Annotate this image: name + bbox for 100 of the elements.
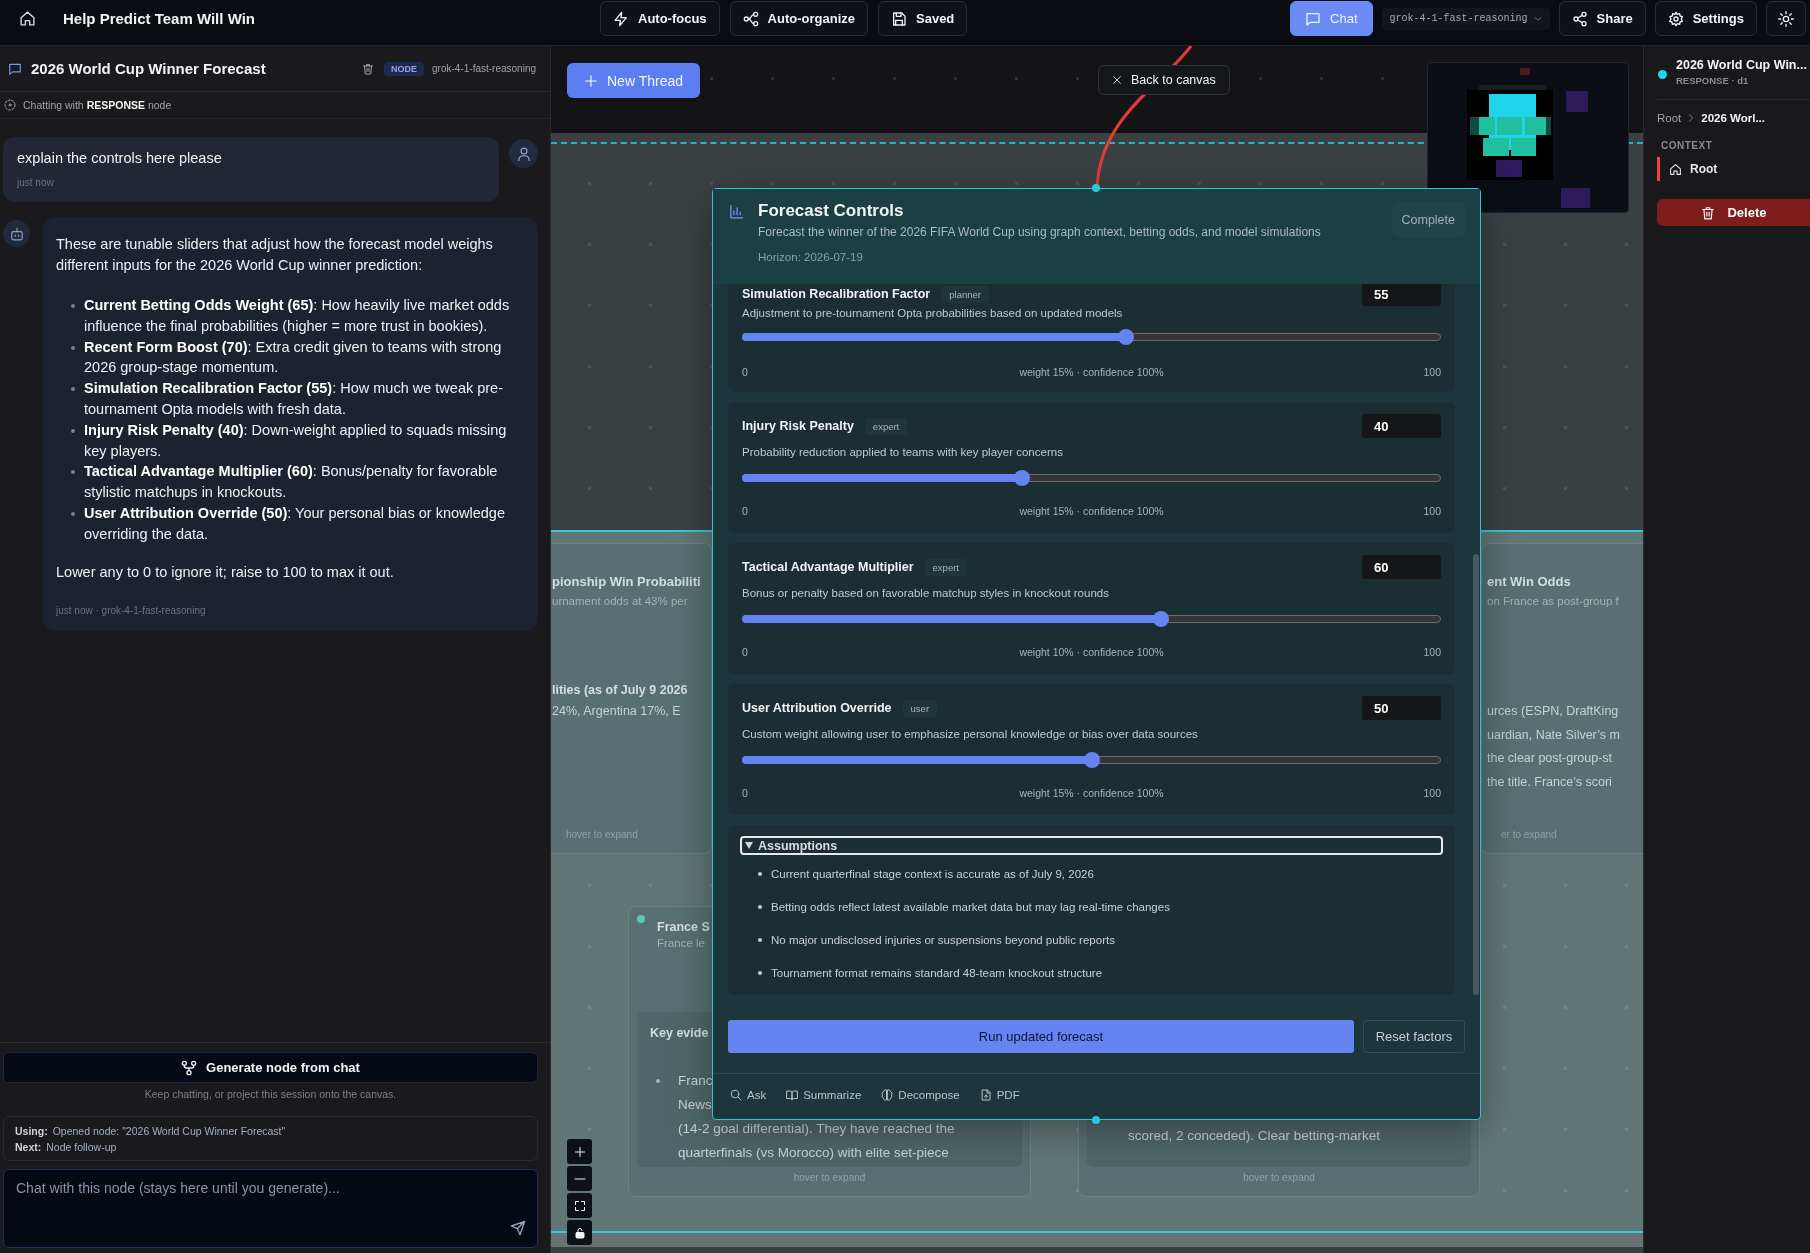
context-item[interactable]: Root <box>1657 157 1810 181</box>
send-icon[interactable] <box>510 1220 526 1236</box>
pdf-button[interactable]: PDF <box>979 1089 1020 1101</box>
run-forecast-button[interactable]: Run updated forecast <box>728 1020 1354 1053</box>
assumption-text: Tournament format remains standard 48-team knockout structure <box>771 966 1103 981</box>
node-text: the clear post-group-st <box>1487 750 1613 767</box>
ask-button[interactable]: Ask <box>730 1089 767 1101</box>
message-text: These are tunable sliders that adjust how the forecast model weighs different inputs for the 2026 World Cup winner prediction: <box>56 235 494 275</box>
lock-button[interactable] <box>567 1220 592 1245</box>
slider-thumb[interactable] <box>1153 611 1170 627</box>
minimap[interactable] <box>1427 62 1629 213</box>
caret-icon <box>1533 14 1542 23</box>
node-text: 24%, Argentina 17%, E <box>552 703 681 720</box>
save-button[interactable]: Saved <box>878 1 968 36</box>
factor-stats: weight 10% · confidence 100% <box>1019 645 1164 659</box>
chat-status: Chatting with RESPONSE node <box>23 99 172 111</box>
node-subtitle: France le <box>657 936 705 950</box>
chat-input[interactable]: Chat with this node (stays here until you generate)... <box>3 1169 538 1248</box>
scale-max: 100 <box>1423 645 1441 659</box>
bullet-icon <box>71 470 75 475</box>
settings-button[interactable]: Settings <box>1654 1 1757 36</box>
bar-chart-icon <box>729 204 744 219</box>
scale-max: 100 <box>1423 365 1441 379</box>
assumption-text: No major undisclosed injuries or suspensions beyond public reports <box>771 933 1115 948</box>
scrollbar-thumb[interactable] <box>1473 554 1479 995</box>
bullet-text: User Attribution Override (50): Your personal bias or knowledge overriding the data. <box>84 503 506 544</box>
scale-max: 100 <box>1423 504 1441 518</box>
user-avatar-icon <box>509 139 538 168</box>
slider-track[interactable] <box>742 470 1441 486</box>
factor-description: Adjustment to pre-tournament Opta probabilities based on updated models <box>742 306 1124 321</box>
node-heading: Key evide <box>650 1025 709 1042</box>
section-label: CONTEXT <box>1660 139 1714 153</box>
close-icon <box>1112 75 1122 85</box>
decompose-button[interactable]: Decompose <box>881 1089 960 1101</box>
message-text: Lower any to 0 to ignore it; raise to 100 to max it out. <box>56 562 395 582</box>
factor-description: Custom weight allowing user to emphasize personal knowledge or bias over data sources <box>742 727 1199 742</box>
connection-handle[interactable] <box>1092 1116 1100 1124</box>
home-icon[interactable] <box>19 10 36 27</box>
fork-icon <box>181 1059 198 1076</box>
scale-max: 100 <box>1423 786 1441 800</box>
speech-bubble-icon <box>8 61 22 76</box>
context-label: Next: <box>15 1141 42 1153</box>
minimap-node <box>1566 91 1588 112</box>
factor-stats: weight 15% · confidence 100% <box>1019 365 1164 379</box>
factor-tag: expert <box>864 417 908 435</box>
status-dot-icon <box>637 915 645 923</box>
node-title: France S <box>657 919 710 935</box>
node-text: urces (ESPN, DraftKing <box>1487 703 1619 720</box>
value-input[interactable]: 55 <box>1362 284 1441 306</box>
factor-stats: weight 15% · confidence 100% <box>1019 786 1164 800</box>
slider-track[interactable] <box>742 329 1441 345</box>
summarize-button[interactable]: Summarize <box>786 1089 862 1101</box>
assumptions-toggle[interactable]: Assumptions <box>740 836 1443 855</box>
share-icon <box>1571 10 1588 27</box>
value-input[interactable]: 60 <box>1362 555 1441 579</box>
connection-handle[interactable] <box>1092 184 1100 192</box>
zoom-in-button[interactable] <box>567 1139 592 1164</box>
chevron-icon <box>1687 114 1696 122</box>
theme-button[interactable] <box>1766 1 1806 36</box>
value-input[interactable]: 50 <box>1362 696 1441 720</box>
breadcrumb-link[interactable]: Root <box>1657 112 1682 124</box>
node-heading: lities (as of July 9 2026 <box>552 682 688 699</box>
trash-icon <box>1701 205 1716 220</box>
message-text: explain the controls here please <box>17 149 223 167</box>
back-to-canvas-button[interactable]: Back to canvas <box>1098 65 1230 95</box>
node-text: quarterfinals (vs Morocco) with elite set-piece <box>678 1144 949 1162</box>
auto-organize-button[interactable]: Auto-organize <box>729 1 868 36</box>
hint-text: Keep chatting, or project this session onto the canvas. <box>143 1087 398 1101</box>
minimap-node <box>1520 68 1530 75</box>
lock-icon <box>573 1226 586 1239</box>
node-title: pionship Win Probabiliti <box>552 573 701 591</box>
robot-avatar-icon <box>3 220 30 247</box>
fit-view-button[interactable] <box>567 1193 592 1218</box>
new-thread-button[interactable]: New Thread <box>567 63 700 98</box>
scale-min: 0 <box>742 786 748 800</box>
generate-node-button[interactable]: Generate node from chat <box>3 1052 538 1083</box>
share-button[interactable]: Share <box>1558 1 1646 36</box>
breadcrumb-link[interactable]: 2026 Worl... <box>1701 112 1765 124</box>
slider-thumb[interactable] <box>1083 752 1100 768</box>
node-text: uardian, Nate Silver’s m <box>1487 726 1620 744</box>
bullet-text: Current Betting Odds Weight (65): How heavily live market odds influence the final probabilities (higher = more trust in bookies). <box>84 296 511 336</box>
reset-factors-button[interactable]: Reset factors <box>1363 1020 1465 1053</box>
bullet-text: Tactical Advantage Multiplier (60): Bonus/penalty for favorable stylistic matchups in knockouts. <box>84 462 499 503</box>
context-label: Using: <box>15 1125 48 1137</box>
sun-icon <box>1778 10 1794 27</box>
expand-icon <box>573 1199 586 1212</box>
slider-track[interactable] <box>742 752 1441 768</box>
trash-icon[interactable] <box>362 62 375 75</box>
zoom-out-button[interactable] <box>567 1166 592 1191</box>
scale-min: 0 <box>742 365 748 379</box>
factor-description: Bonus or penalty based on favorable matchup styles in knockout rounds <box>742 586 1110 601</box>
auto-focus-button[interactable]: Auto-focus <box>600 1 720 36</box>
slider-track[interactable] <box>742 611 1441 627</box>
brain-icon <box>881 1089 894 1101</box>
app-title: Help Predict Team Will Win <box>63 10 255 27</box>
model-select[interactable]: grok-4-1-fast-reasoning <box>1381 7 1550 30</box>
value-input[interactable]: 40 <box>1362 414 1441 438</box>
slider-thumb[interactable] <box>1013 470 1030 486</box>
slider-thumb[interactable] <box>1118 329 1135 345</box>
delete-button[interactable]: Delete <box>1657 199 1810 226</box>
